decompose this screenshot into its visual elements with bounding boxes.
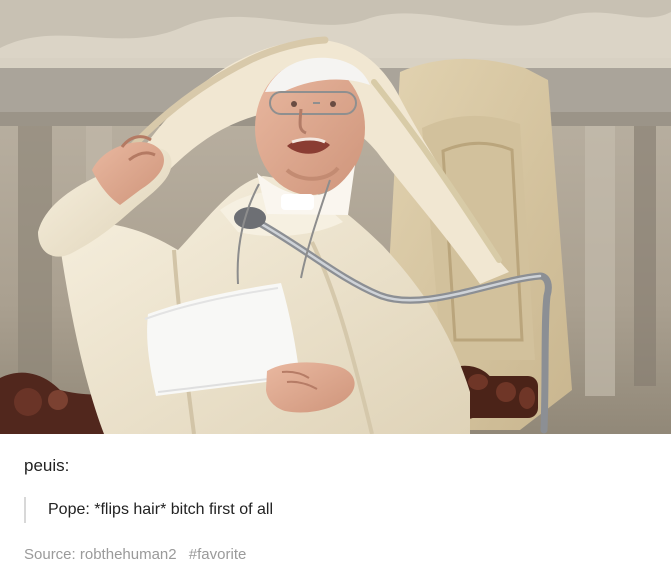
post-meta: Source: robthehuman2 #favorite bbox=[24, 545, 246, 565]
post-photo[interactable] bbox=[0, 0, 671, 434]
quote-text: Pope: *flips hair* bitch first of all bbox=[48, 501, 273, 518]
post-author: peuis: bbox=[24, 456, 69, 476]
username-colon: : bbox=[64, 456, 70, 475]
photo-illustration bbox=[0, 0, 671, 434]
tumblr-post: peuis: Pope: *flips hair* bitch first of… bbox=[0, 0, 671, 580]
reblog-quote: Pope: *flips hair* bitch first of all bbox=[24, 497, 273, 523]
source-link[interactable]: robthehuman2 bbox=[80, 546, 177, 563]
favorite-tag-link[interactable]: #favorite bbox=[189, 546, 247, 563]
username-link[interactable]: peuis bbox=[24, 456, 65, 475]
source-label: Source: bbox=[24, 546, 76, 563]
